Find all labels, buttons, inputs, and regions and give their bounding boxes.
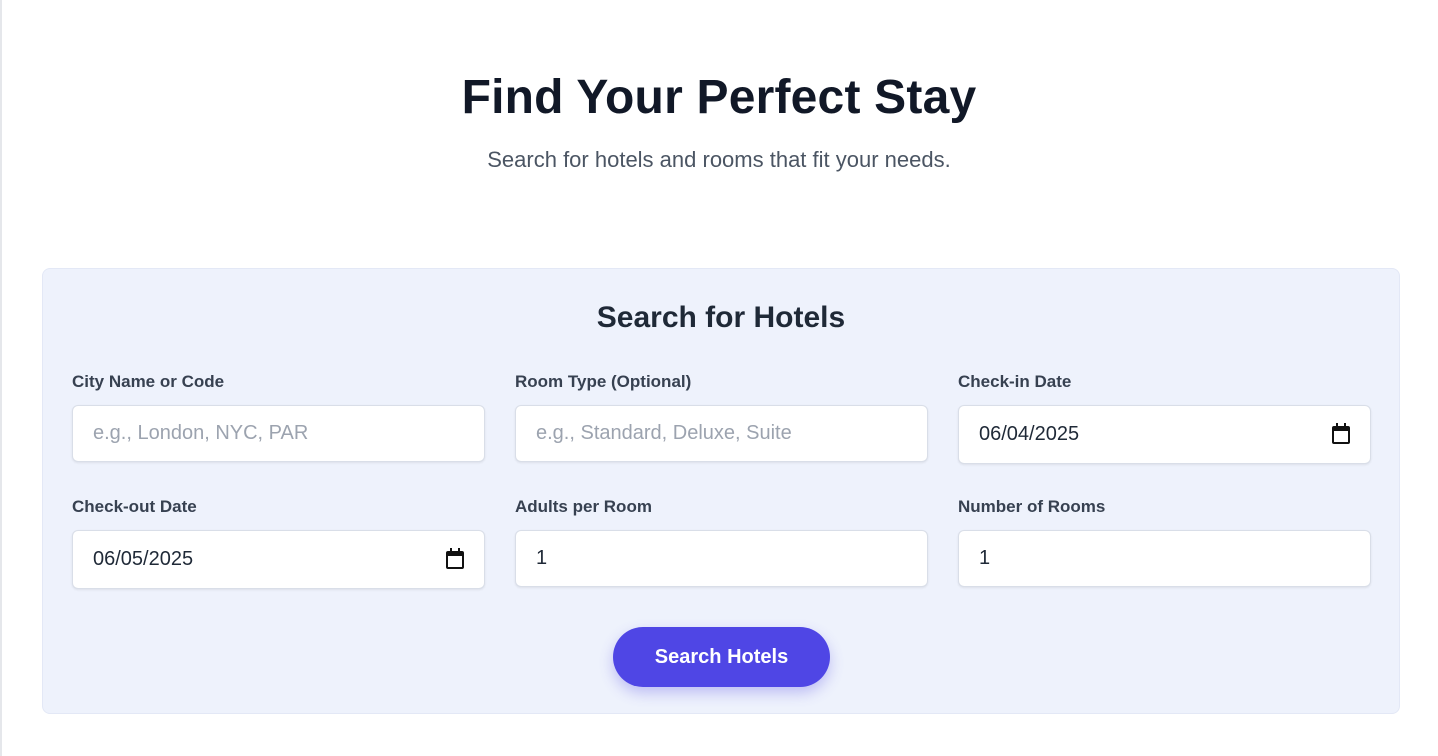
search-form-heading: Search for Hotels bbox=[596, 301, 846, 334]
page-title: Find Your Perfect Stay bbox=[461, 71, 977, 124]
check-out-date-input[interactable]: 06/05/2025 bbox=[72, 530, 485, 589]
adults-value: 1 bbox=[536, 547, 548, 569]
city-input[interactable]: e.g., London, NYC, PAR bbox=[72, 405, 485, 462]
adults-field: Adults per Room 1 bbox=[515, 496, 928, 587]
adults-input[interactable]: 1 bbox=[515, 530, 928, 587]
calendar-icon[interactable] bbox=[446, 547, 464, 569]
check-out-value: 06/05/2025 bbox=[93, 548, 194, 570]
check-in-value: 06/04/2025 bbox=[979, 423, 1080, 445]
check-in-date-input[interactable]: 06/04/2025 bbox=[958, 405, 1371, 464]
city-placeholder: e.g., London, NYC, PAR bbox=[93, 422, 309, 444]
rooms-label: Number of Rooms bbox=[958, 497, 1106, 516]
city-label: City Name or Code bbox=[72, 372, 225, 391]
check-in-field: Check-in Date 06/04/2025 bbox=[958, 371, 1371, 464]
adults-label: Adults per Room bbox=[515, 497, 652, 516]
search-hotels-button[interactable]: Search Hotels bbox=[613, 627, 830, 687]
hotel-search-card: Search for Hotels City Name or Code e.g.… bbox=[42, 268, 1400, 714]
rooms-field: Number of Rooms 1 bbox=[958, 496, 1371, 587]
check-out-field: Check-out Date 06/05/2025 bbox=[72, 496, 485, 589]
calendar-icon[interactable] bbox=[1332, 422, 1350, 444]
rooms-value: 1 bbox=[979, 547, 991, 569]
room-type-field: Room Type (Optional) e.g., Standard, Del… bbox=[515, 371, 928, 462]
room-type-placeholder: e.g., Standard, Deluxe, Suite bbox=[536, 422, 792, 444]
city-field: City Name or Code e.g., London, NYC, PAR bbox=[72, 371, 485, 462]
check-out-label: Check-out Date bbox=[72, 497, 197, 516]
page-subtitle: Search for hotels and rooms that fit you… bbox=[487, 147, 951, 172]
room-type-label: Room Type (Optional) bbox=[515, 372, 692, 391]
room-type-input[interactable]: e.g., Standard, Deluxe, Suite bbox=[515, 405, 928, 462]
check-in-label: Check-in Date bbox=[958, 372, 1072, 391]
rooms-input[interactable]: 1 bbox=[958, 530, 1371, 587]
